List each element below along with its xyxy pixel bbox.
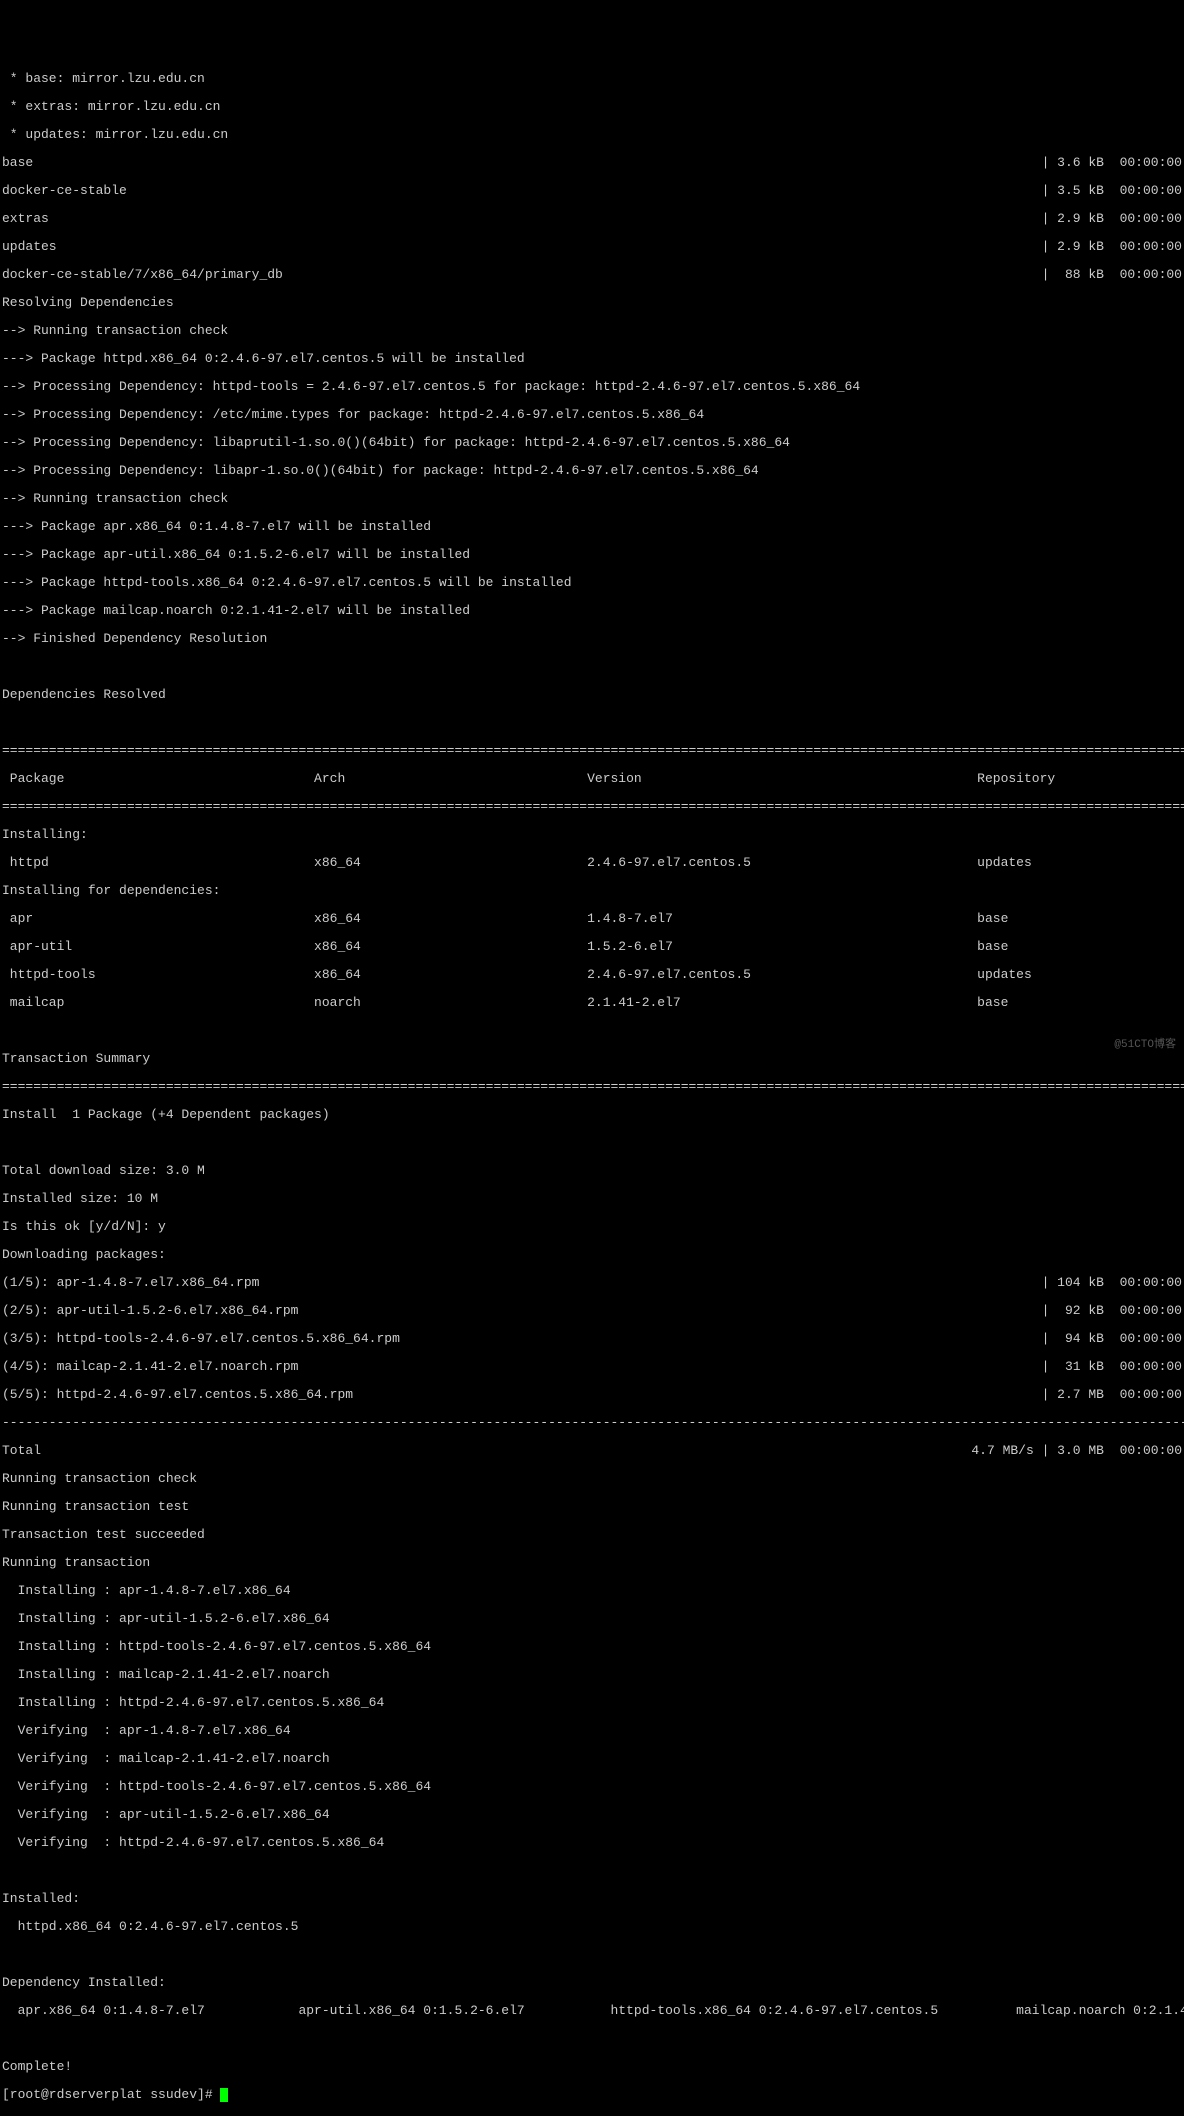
dep-line: ---> Package apr-util.x86_64 0:1.5.2-6.e… (2, 548, 1184, 562)
cursor-icon (220, 2088, 228, 2102)
rule-line: ========================================… (2, 1080, 1184, 1094)
download-line: (2/5): apr-util-1.5.2-6.el7.x86_64.rpm| … (2, 1304, 1184, 1318)
download-line: (3/5): httpd-tools-2.4.6-97.el7.centos.5… (2, 1332, 1184, 1346)
dep-line: ---> Package httpd-tools.x86_64 0:2.4.6-… (2, 576, 1184, 590)
table-row: apr x86_64 1.4.8-7.el7 base 10 (2, 912, 1184, 926)
txn-line: Verifying : mailcap-2.1.41-2.el7.noarch (2, 1752, 1184, 1766)
table-row: mailcap noarch 2.1.41-2.el7 base 3 (2, 996, 1184, 1010)
txn-summary: Transaction Summary (2, 1052, 1184, 1066)
rule-line: ========================================… (2, 744, 1184, 758)
repo-line: docker-ce-stable| 3.5 kB 00:00:00 (2, 184, 1184, 198)
prompt-text: [root@rdserverplat ssudev]# (2, 2087, 220, 2102)
dep-installed-row: apr.x86_64 0:1.4.8-7.el7 apr-util.x86_64… (2, 2004, 1184, 2018)
watermark: @51CTO博客 (1114, 1038, 1176, 1052)
dep-line: --> Running transaction check (2, 492, 1184, 506)
txn-line: Installing : httpd-2.4.6-97.el7.centos.5… (2, 1696, 1184, 1710)
txn-line: Running transaction check (2, 1472, 1184, 1486)
downloading-header: Downloading packages: (2, 1248, 1184, 1262)
mirror-line: * extras: mirror.lzu.edu.cn (2, 100, 1184, 114)
resolving-line: Resolving Dependencies (2, 296, 1184, 310)
dep-line: --> Processing Dependency: /etc/mime.typ… (2, 408, 1184, 422)
installing-header: Installing: (2, 828, 1184, 842)
prompt-line[interactable]: [root@rdserverplat ssudev]# (2, 2088, 1184, 2102)
repo-line: base| 3.6 kB 00:00:00 (2, 156, 1184, 170)
terminal-output: * base: mirror.lzu.edu.cn * extras: mirr… (0, 56, 1184, 2116)
txn-line: Verifying : httpd-tools-2.4.6-97.el7.cen… (2, 1780, 1184, 1794)
txn-line: Transaction test succeeded (2, 1528, 1184, 1542)
install-summary: Install 1 Package (+4 Dependent packages… (2, 1108, 1184, 1122)
mirror-line: * base: mirror.lzu.edu.cn (2, 72, 1184, 86)
blank-line (2, 716, 1184, 730)
txn-line: Installing : mailcap-2.1.41-2.el7.noarch (2, 1668, 1184, 1682)
txn-line: Verifying : apr-1.4.8-7.el7.x86_64 (2, 1724, 1184, 1738)
dep-line: --> Running transaction check (2, 324, 1184, 338)
table-header: Package Arch Version Repository S (2, 772, 1184, 786)
dep-line: ---> Package httpd.x86_64 0:2.4.6-97.el7… (2, 352, 1184, 366)
txn-line: Installing : apr-1.4.8-7.el7.x86_64 (2, 1584, 1184, 1598)
complete: Complete! (2, 2060, 1184, 2074)
dep-line: --> Finished Dependency Resolution (2, 632, 1184, 646)
download-line: (5/5): httpd-2.4.6-97.el7.centos.5.x86_6… (2, 1388, 1184, 1402)
installed-pkg: httpd.x86_64 0:2.4.6-97.el7.centos.5 (2, 1920, 1184, 1934)
txn-line: Running transaction (2, 1556, 1184, 1570)
blank-line (2, 2032, 1184, 2046)
installed-header: Installed: (2, 1892, 1184, 1906)
repo-line: docker-ce-stable/7/x86_64/primary_db| 88… (2, 268, 1184, 282)
dep-line: --> Processing Dependency: libapr-1.so.0… (2, 464, 1184, 478)
rule-line: ========================================… (2, 800, 1184, 814)
total-line: Total4.7 MB/s | 3.0 MB 00:00:00 (2, 1444, 1184, 1458)
dep-resolved: Dependencies Resolved (2, 688, 1184, 702)
blank-line (2, 1864, 1184, 1878)
txn-line: Verifying : httpd-2.4.6-97.el7.centos.5.… (2, 1836, 1184, 1850)
download-size: Total download size: 3.0 M (2, 1164, 1184, 1178)
repo-line: updates| 2.9 kB 00:00:00 (2, 240, 1184, 254)
txn-line: Verifying : apr-util-1.5.2-6.el7.x86_64 (2, 1808, 1184, 1822)
blank-line (2, 660, 1184, 674)
installed-size: Installed size: 10 M (2, 1192, 1184, 1206)
txn-line: Installing : httpd-tools-2.4.6-97.el7.ce… (2, 1640, 1184, 1654)
installing-deps-header: Installing for dependencies: (2, 884, 1184, 898)
blank-line (2, 1024, 1184, 1038)
table-row: apr-util x86_64 1.5.2-6.el7 base 9 (2, 940, 1184, 954)
dep-line: ---> Package mailcap.noarch 0:2.1.41-2.e… (2, 604, 1184, 618)
blank-line (2, 1136, 1184, 1150)
confirm-prompt: Is this ok [y/d/N]: y (2, 1220, 1184, 1234)
repo-line: extras| 2.9 kB 00:00:00 (2, 212, 1184, 226)
mirror-line: * updates: mirror.lzu.edu.cn (2, 128, 1184, 142)
dep-installed-header: Dependency Installed: (2, 1976, 1184, 1990)
txn-line: Running transaction test (2, 1500, 1184, 1514)
blank-line (2, 1948, 1184, 1962)
download-line: (4/5): mailcap-2.1.41-2.el7.noarch.rpm| … (2, 1360, 1184, 1374)
txn-line: Installing : apr-util-1.5.2-6.el7.x86_64 (2, 1612, 1184, 1626)
dep-line: --> Processing Dependency: httpd-tools =… (2, 380, 1184, 394)
dash-line: ----------------------------------------… (2, 1416, 1184, 1430)
table-row: httpd x86_64 2.4.6-97.el7.centos.5 updat… (2, 856, 1184, 870)
dep-line: ---> Package apr.x86_64 0:1.4.8-7.el7 wi… (2, 520, 1184, 534)
download-line: (1/5): apr-1.4.8-7.el7.x86_64.rpm| 104 k… (2, 1276, 1184, 1290)
table-row: httpd-tools x86_64 2.4.6-97.el7.centos.5… (2, 968, 1184, 982)
dep-line: --> Processing Dependency: libaprutil-1.… (2, 436, 1184, 450)
